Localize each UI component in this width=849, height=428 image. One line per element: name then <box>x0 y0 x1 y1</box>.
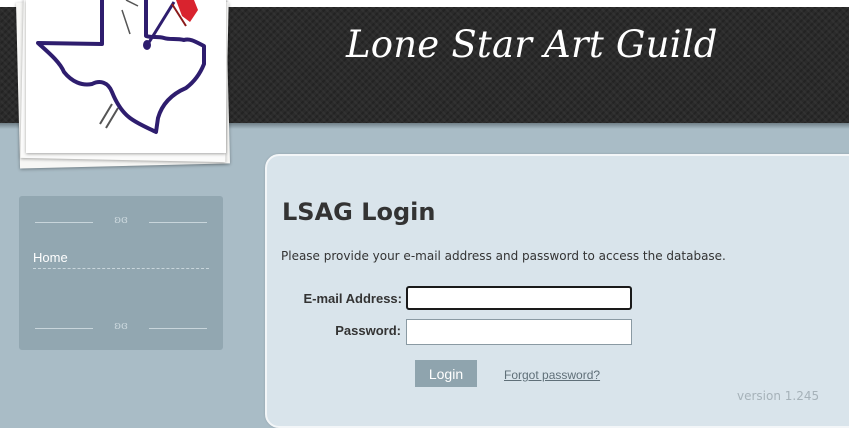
password-label: Password: <box>335 323 401 338</box>
sidebar-item-home[interactable]: Home <box>33 250 209 269</box>
logo <box>10 0 242 175</box>
login-instructions: Please provide your e-mail address and p… <box>281 249 726 263</box>
sidebar: ʚɞ Home ʚɞ <box>19 196 223 350</box>
ornament-line-right <box>149 328 207 329</box>
login-panel: LSAG Login Please provide your e-mail ad… <box>265 154 849 428</box>
page-title: LSAG Login <box>282 198 436 226</box>
ornament-line-left <box>35 222 93 223</box>
site-title: Lone Star Art Guild <box>346 23 718 66</box>
email-label: E-mail Address: <box>303 291 403 306</box>
ornament-flourish-icon: ʚɞ <box>114 213 128 226</box>
sidebar-ornament-top: ʚɞ <box>35 213 207 228</box>
texas-map-palette-icon <box>36 0 206 134</box>
sidebar-ornament-bottom: ʚɞ <box>35 319 207 334</box>
version-label: version 1.245 <box>737 389 820 403</box>
ornament-flourish-icon: ʚɞ <box>114 319 128 332</box>
ornament-line-right <box>149 222 207 223</box>
email-field[interactable] <box>406 286 632 310</box>
forgot-password-link[interactable]: Forgot password? <box>504 368 600 382</box>
password-field[interactable] <box>406 319 632 345</box>
ornament-line-left <box>35 328 93 329</box>
login-button[interactable]: Login <box>415 360 477 387</box>
